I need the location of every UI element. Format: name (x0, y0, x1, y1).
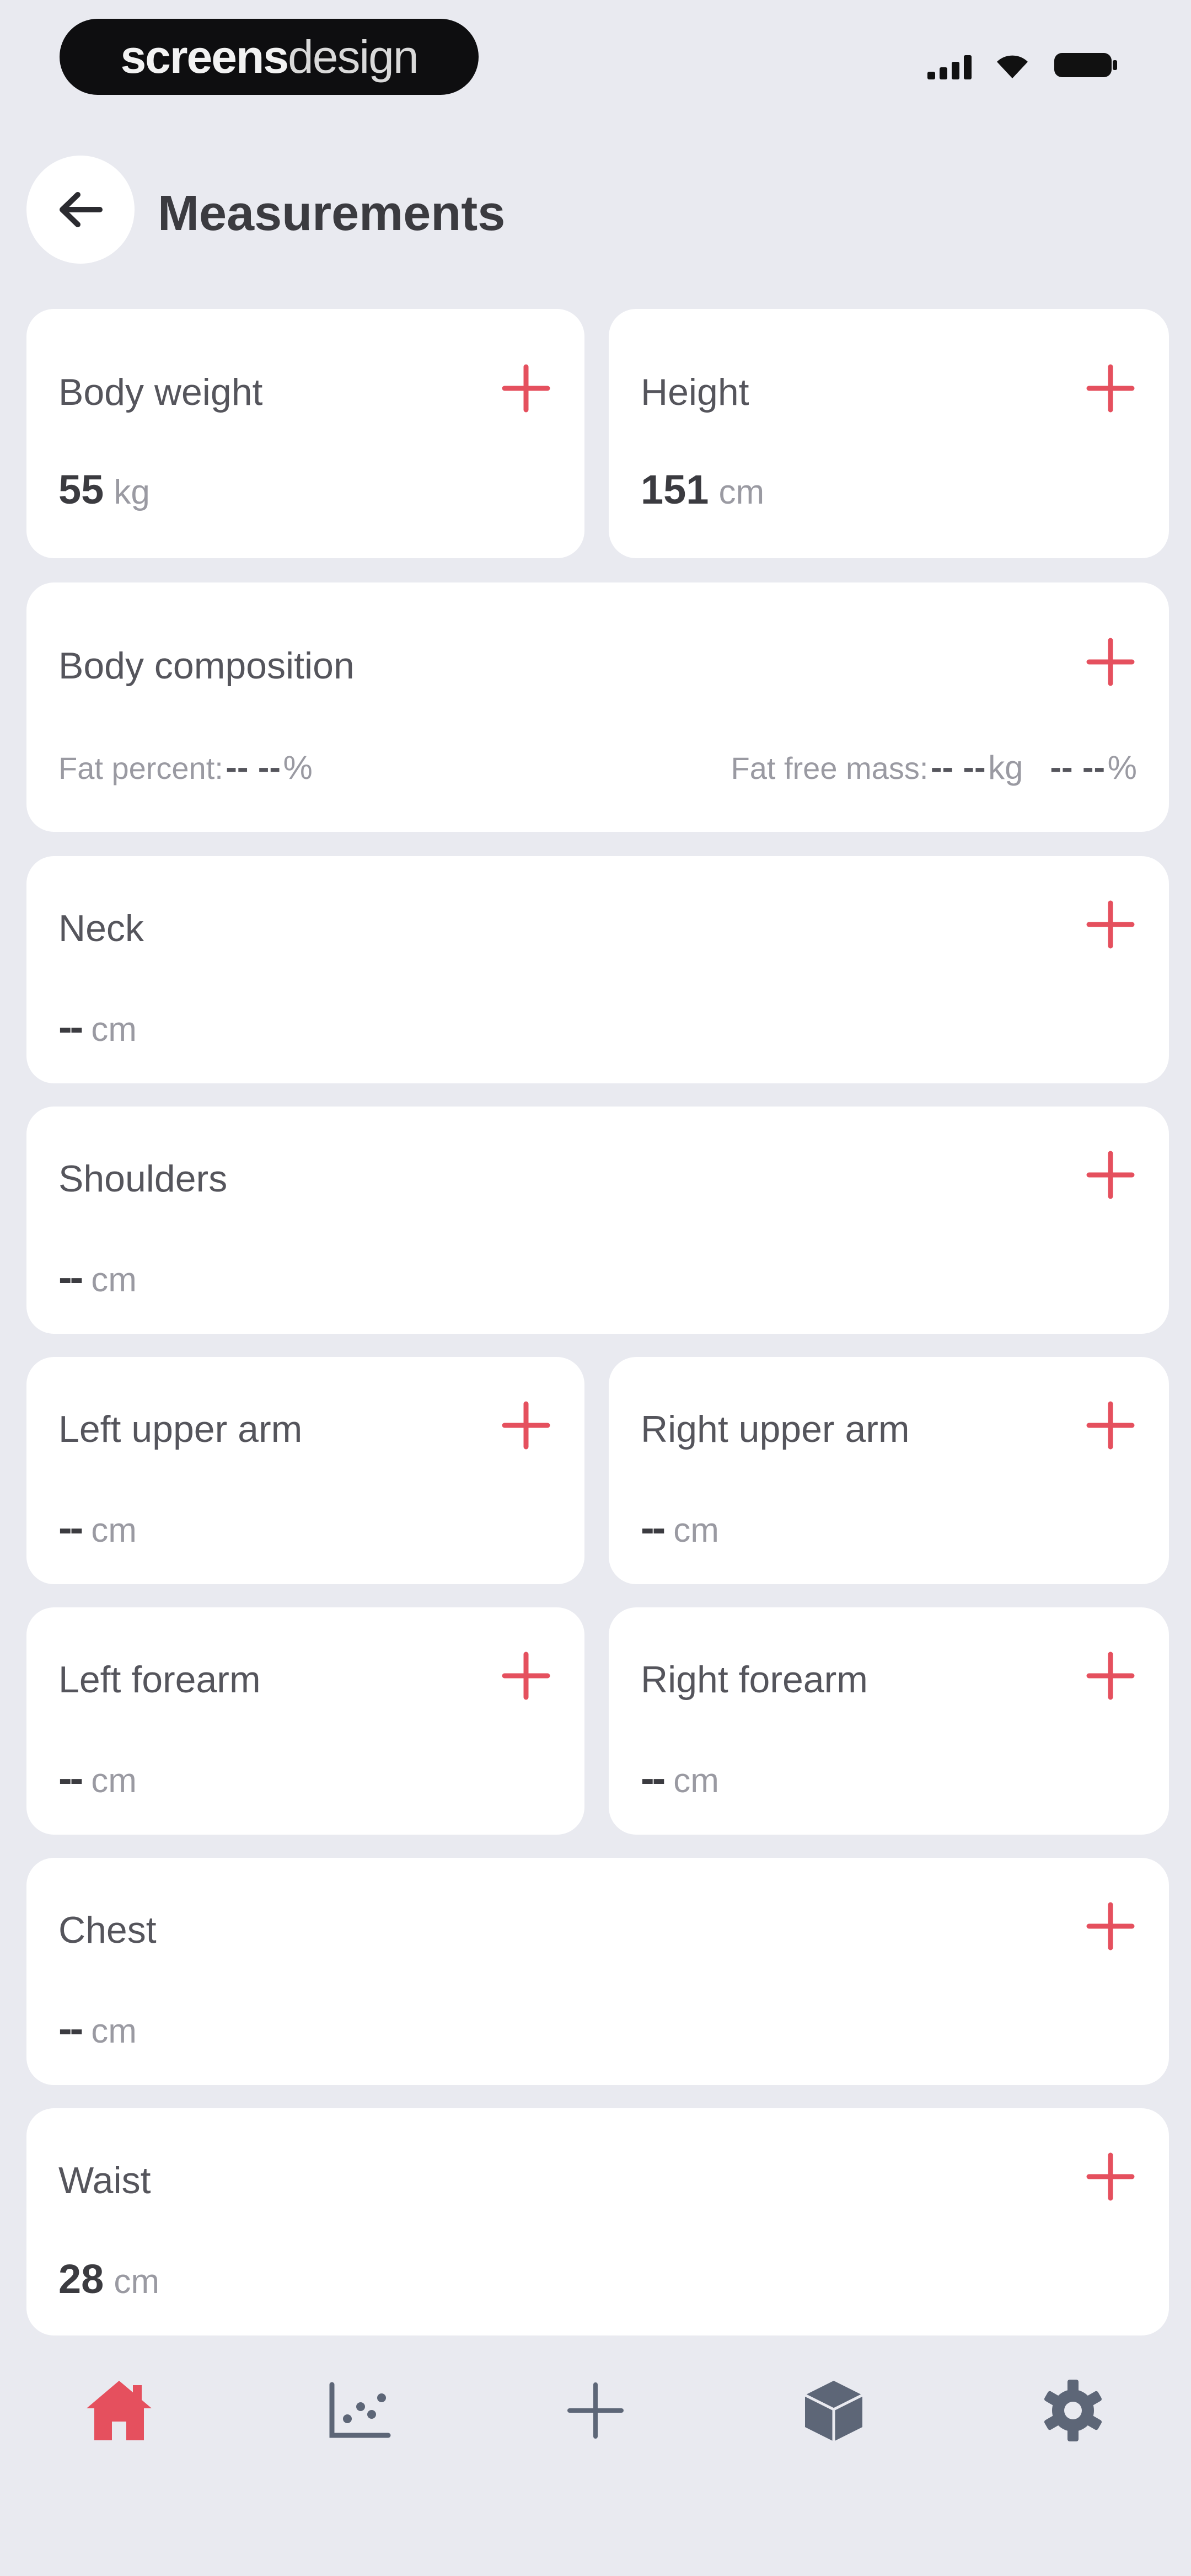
left-upper-arm-value: -- cm (58, 1505, 137, 1551)
chest-card[interactable]: Chest -- cm (26, 1858, 1169, 2085)
plus-icon (1086, 900, 1135, 949)
height-card[interactable]: Height 151 cm (609, 309, 1169, 558)
body-composition-card[interactable]: Body composition Fat percent: -- -- % Fa… (26, 582, 1169, 832)
body-weight-value: 55 kg (58, 467, 150, 512)
right-upper-arm-value: -- cm (641, 1505, 719, 1551)
home-indicator (0, 2510, 1191, 2576)
add-waist-button[interactable] (1084, 2150, 1137, 2203)
chest-value: -- cm (58, 2006, 137, 2051)
plus-icon (502, 364, 550, 413)
left-upper-arm-card[interactable]: Left upper arm -- cm (26, 1357, 584, 1584)
left-forearm-label: Left forearm (58, 1659, 261, 1701)
waist-label: Waist (58, 2160, 151, 2201)
brand-bold: screens (120, 30, 289, 83)
plus-icon (502, 1652, 550, 1700)
right-forearm-label: Right forearm (641, 1659, 868, 1701)
add-height-button[interactable] (1084, 362, 1137, 415)
neck-card[interactable]: Neck -- cm (26, 856, 1169, 1083)
body-weight-label: Body weight (58, 371, 263, 413)
add-shoulders-button[interactable] (1084, 1148, 1137, 1201)
add-right-upper-arm-button[interactable] (1084, 1399, 1137, 1452)
neck-value: -- cm (58, 1004, 137, 1050)
plus-icon (502, 1401, 550, 1450)
shoulders-value: -- cm (58, 1254, 137, 1300)
add-left-forearm-button[interactable] (500, 1649, 552, 1702)
plus-icon (1086, 1401, 1135, 1450)
home-icon (87, 2381, 152, 2440)
add-neck-button[interactable] (1084, 898, 1137, 951)
status-icons (927, 51, 1119, 79)
height-value: 151 cm (641, 467, 765, 512)
add-body-composition-button[interactable] (1084, 635, 1137, 688)
add-chest-button[interactable] (1084, 1900, 1137, 1953)
brand-logo: screens design (60, 19, 479, 95)
page-title: Measurements (158, 186, 506, 241)
plus-icon (1086, 638, 1135, 686)
height-label: Height (641, 371, 749, 413)
waist-card[interactable]: Waist 28 cm (26, 2108, 1169, 2335)
plus-icon (1086, 1151, 1135, 1199)
right-forearm-card[interactable]: Right forearm -- cm (609, 1607, 1169, 1835)
fat-percent: Fat percent: -- -- % (58, 749, 313, 787)
body-composition-label: Body composition (58, 645, 355, 687)
plus-icon (1086, 1902, 1135, 1950)
shoulders-card[interactable]: Shoulders -- cm (26, 1107, 1169, 1334)
wifi-icon (995, 53, 1030, 79)
nav-charts[interactable] (320, 2372, 397, 2449)
plus-icon (1086, 1652, 1135, 1700)
battery-icon (1053, 51, 1119, 79)
body-weight-card[interactable]: Body weight 55 kg (26, 309, 584, 558)
left-forearm-value: -- cm (58, 1755, 137, 1801)
add-right-forearm-button[interactable] (1084, 1649, 1137, 1702)
waist-value: 28 cm (58, 2256, 159, 2302)
right-forearm-value: -- cm (641, 1755, 719, 1801)
bottom-nav (0, 2339, 1191, 2477)
left-upper-arm-label: Left upper arm (58, 1408, 303, 1450)
signal-icon (927, 54, 972, 79)
plus-icon (1086, 364, 1135, 413)
nav-settings[interactable] (1034, 2372, 1112, 2449)
back-button[interactable] (26, 156, 135, 264)
plus-icon (567, 2382, 624, 2439)
neck-label: Neck (58, 907, 144, 949)
chart-icon (329, 2382, 391, 2438)
header: Measurements (0, 149, 1191, 270)
nav-home[interactable] (81, 2372, 158, 2449)
right-upper-arm-label: Right upper arm (641, 1408, 910, 1450)
arrow-left-icon (60, 192, 103, 227)
left-forearm-card[interactable]: Left forearm -- cm (26, 1607, 584, 1835)
add-body-weight-button[interactable] (500, 362, 552, 415)
plus-icon (1086, 2152, 1135, 2201)
shoulders-label: Shoulders (58, 1158, 228, 1200)
nav-workouts[interactable] (795, 2372, 872, 2449)
brand-light: design (288, 30, 419, 83)
chest-label: Chest (58, 1909, 157, 1951)
add-left-upper-arm-button[interactable] (500, 1399, 552, 1452)
status-bar: screens design (0, 0, 1191, 110)
cube-icon (804, 2381, 863, 2441)
fat-free-mass: Fat free mass: -- -- kg -- -- % (731, 749, 1138, 787)
gear-icon (1044, 2380, 1102, 2441)
nav-add[interactable] (557, 2372, 634, 2449)
right-upper-arm-card[interactable]: Right upper arm -- cm (609, 1357, 1169, 1584)
